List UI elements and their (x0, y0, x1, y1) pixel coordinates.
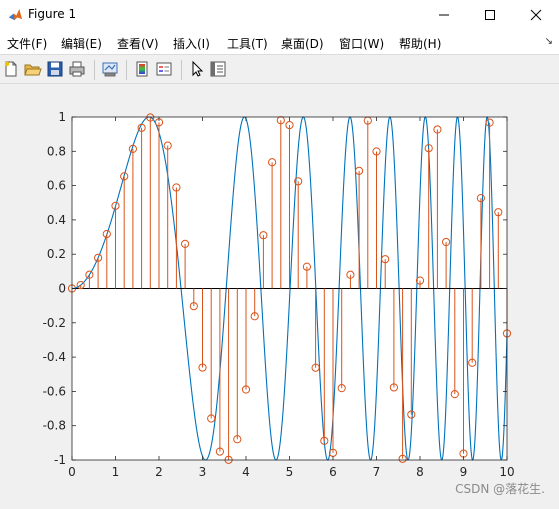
print-icon[interactable] (68, 60, 86, 78)
close-button[interactable] (513, 0, 559, 30)
minimize-icon (439, 14, 449, 16)
y-tick-label: -0.4 (43, 350, 66, 364)
save-icon[interactable] (46, 60, 64, 78)
property-inspector-icon[interactable] (209, 60, 227, 78)
window-title-bar: Figure 1 (0, 0, 559, 30)
x-tick-label: 10 (499, 465, 514, 479)
edit-plot-cursor-icon[interactable] (188, 60, 206, 78)
figure-canvas: 0 1 2 3 4 5 6 7 8 9 10 -1 -0.8 -0.6 -0.4 -0.2 0 0.2 0.4 0.6… (0, 85, 559, 505)
y-tick-label: -1 (54, 453, 66, 467)
y-tick-label: -0.6 (43, 384, 66, 398)
menu-window[interactable]: 窗口(W) (339, 35, 384, 52)
legend-icon[interactable] (155, 60, 173, 78)
x-tick-label: 9 (460, 465, 468, 479)
y-tick-label: 0.4 (47, 213, 66, 227)
x-tick-label: 2 (155, 465, 163, 479)
maximize-button[interactable] (467, 0, 513, 30)
menu-bar: 文件(F) 编辑(E) 查看(V) 插入(I) 工具(T) 桌面(D) 窗口(W… (0, 30, 559, 54)
y-tick-label: 0.2 (47, 247, 66, 261)
x-tick-label: 5 (286, 465, 294, 479)
minimize-button[interactable] (421, 0, 467, 30)
y-tick-label: 0 (58, 282, 66, 296)
toolbar-separator (181, 60, 182, 80)
menu-help[interactable]: 帮助(H) (399, 35, 441, 52)
x-tick-label: 1 (112, 465, 120, 479)
menu-insert[interactable]: 插入(I) (173, 35, 210, 52)
menu-tools[interactable]: 工具(T) (227, 35, 268, 52)
open-folder-icon[interactable] (24, 60, 42, 78)
figure-toolbar (0, 54, 559, 84)
y-tick-label: -0.2 (43, 316, 66, 330)
x-tick-label: 6 (329, 465, 337, 479)
x-tick-label: 3 (199, 465, 207, 479)
toolbar-separator (94, 60, 95, 80)
y-tick-label: 0.6 (47, 179, 66, 193)
x-tick-label: 4 (242, 465, 250, 479)
toolbar-separator (126, 60, 127, 80)
y-tick-label: 1 (58, 110, 66, 124)
maximize-icon (485, 10, 495, 20)
colorbar-icon[interactable] (133, 60, 151, 78)
x-tick-label: 8 (416, 465, 424, 479)
watermark-text: CSDN @落花生. (455, 482, 545, 496)
y-tick-label: -0.8 (43, 419, 66, 433)
dock-arrow-icon[interactable]: ↘ (545, 36, 553, 47)
x-tick-label: 0 (68, 465, 76, 479)
new-file-icon[interactable] (2, 60, 20, 78)
link-plot-icon[interactable] (101, 60, 119, 78)
x-tick-label: 7 (373, 465, 381, 479)
plot-axes[interactable]: 0 1 2 3 4 5 6 7 8 9 10 -1 -0.8 -0.6 -0.4 -0.2 0 0.2 0.4 0.6… (0, 85, 559, 505)
menu-view[interactable]: 查看(V) (117, 35, 159, 52)
menu-file[interactable]: 文件(F) (7, 35, 47, 52)
menu-edit[interactable]: 编辑(E) (61, 35, 102, 52)
y-tick-label: 0.8 (47, 144, 66, 158)
menu-desktop[interactable]: 桌面(D) (281, 35, 324, 52)
close-icon (530, 9, 542, 21)
window-title: Figure 1 (28, 7, 77, 21)
matlab-logo-icon (8, 7, 23, 22)
